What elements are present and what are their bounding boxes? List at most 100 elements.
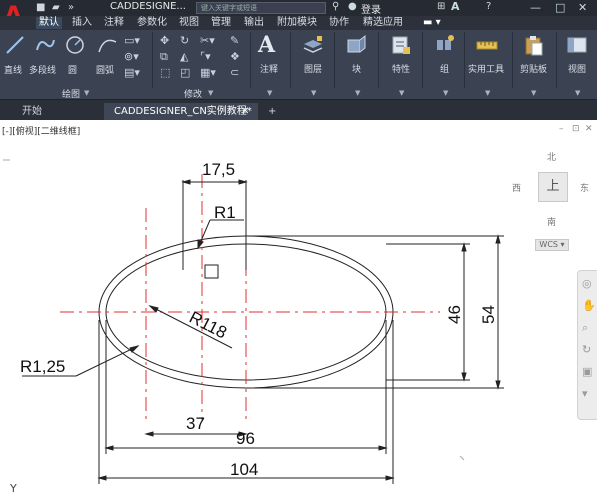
offset-icon[interactable]: ⊂ <box>230 66 239 79</box>
dim-54-text[interactable]: 54 <box>479 305 498 324</box>
trim-icon[interactable]: ✂▾ <box>200 34 215 47</box>
stretch-icon[interactable]: ⬚ <box>160 66 170 79</box>
annotation-expand-icon[interactable]: ▼ <box>267 89 272 97</box>
user-icon[interactable]: ● <box>348 1 357 12</box>
block-tool-label[interactable]: 块 <box>352 62 361 75</box>
dim-r1-25-text[interactable]: R1,25 <box>20 357 65 376</box>
dim-96-text[interactable]: 96 <box>236 429 255 448</box>
viewcube-top-face[interactable]: 上 <box>538 172 568 202</box>
tab-document[interactable]: CADDESIGNER_CN实例教程* ✕ <box>104 103 258 120</box>
tab-annotate[interactable]: 注释 <box>101 17 127 29</box>
cad-drawing[interactable]: 17,5 R1 R118 R1,25 46 54 37 96 104 <box>0 120 597 496</box>
polyline-icon[interactable] <box>34 34 56 56</box>
tab-view[interactable]: 视图 <box>176 17 202 29</box>
utilities-icon[interactable] <box>476 34 498 56</box>
tab-default[interactable]: 默认 <box>36 17 62 29</box>
annotation-icon[interactable]: A <box>258 32 282 58</box>
draw-expand-icon[interactable]: ▼ <box>84 89 89 97</box>
quick-access-more-icon[interactable]: » <box>68 2 74 13</box>
layers-expand-icon[interactable]: ▼ <box>311 89 316 97</box>
mirror-icon[interactable]: ◭ <box>180 50 188 63</box>
erase-icon[interactable]: ✎ <box>230 34 239 47</box>
help-icon[interactable]: ? <box>486 1 491 12</box>
drawing-canvas[interactable]: [-][俯视][二维线框] – ⊡ ✕ 17,5 R1 R118 R1,25 4… <box>0 120 597 496</box>
autodesk-a360-icon[interactable]: A <box>451 0 460 13</box>
tab-featured-apps[interactable]: 精选应用 <box>360 17 406 29</box>
group-icon[interactable] <box>434 34 456 56</box>
layers-icon[interactable] <box>302 34 324 56</box>
modify-expand-icon[interactable]: ▼ <box>208 89 213 97</box>
view-expand-icon[interactable]: ▼ <box>575 89 580 97</box>
maximize-button[interactable]: □ <box>555 1 565 14</box>
arc-tool-label[interactable]: 圆弧 <box>96 63 114 76</box>
minimize-button[interactable]: — <box>530 1 541 14</box>
utilities-expand-icon[interactable]: ▼ <box>485 89 490 97</box>
circle-icon[interactable] <box>64 34 86 56</box>
viewcube-west[interactable]: 西 <box>512 181 521 194</box>
dim-104-text[interactable]: 104 <box>230 460 258 479</box>
search-icon[interactable]: ⚲ <box>332 1 339 12</box>
rectangle-icon[interactable]: ▭▾ <box>124 34 140 47</box>
polyline-tool-label[interactable]: 多段线 <box>29 63 56 76</box>
pan-icon[interactable]: ✋ <box>582 299 596 312</box>
dim-r1-text[interactable]: R1 <box>214 203 236 222</box>
cart-icon[interactable]: ⊞ <box>437 1 445 12</box>
clipboard-icon[interactable] <box>522 34 544 56</box>
gradient-icon[interactable]: ▤▾ <box>124 66 140 79</box>
search-input[interactable]: 键入关键字或短语 <box>196 2 326 14</box>
explode-icon[interactable]: ❖ <box>230 50 240 63</box>
tab-output[interactable]: 输出 <box>241 17 267 29</box>
view-icon[interactable] <box>566 34 588 56</box>
copy-icon[interactable]: ⧉ <box>160 50 168 64</box>
arc-icon[interactable] <box>96 34 118 56</box>
save-icon[interactable]: ▰ <box>52 2 60 13</box>
ribbon-toggle-icon[interactable]: ▬ ▾ <box>420 17 444 29</box>
tab-insert[interactable]: 插入 <box>69 17 95 29</box>
tab-collaborate[interactable]: 协作 <box>326 17 352 29</box>
utilities-tool-label[interactable]: 实用工具 <box>468 62 504 75</box>
wcs-dropdown[interactable]: WCS ▾ <box>535 239 569 251</box>
dim-17-5-text[interactable]: 17,5 <box>202 160 235 179</box>
close-tab-icon[interactable]: ✕ <box>241 103 249 120</box>
viewcube-north[interactable]: 北 <box>547 150 556 163</box>
draw-group-label[interactable]: 绘图 <box>62 87 80 100</box>
tab-parametric[interactable]: 参数化 <box>134 17 170 29</box>
properties-icon[interactable] <box>390 34 412 56</box>
group-expand-icon[interactable]: ▼ <box>443 89 448 97</box>
line-tool-label[interactable]: 直线 <box>4 63 22 76</box>
hatch-icon[interactable]: ⊚▾ <box>124 50 139 63</box>
tab-addins[interactable]: 附加模块 <box>274 17 320 29</box>
layers-tool-label[interactable]: 图层 <box>304 62 322 75</box>
showmotion-icon[interactable]: ▣ <box>582 365 592 378</box>
move-icon[interactable]: ✥ <box>160 34 169 47</box>
dim-46-text[interactable]: 46 <box>445 305 464 324</box>
open-file-icon[interactable]: ■ <box>36 2 45 13</box>
close-window-button[interactable]: ✕ <box>578 1 587 14</box>
annotation-tool-label[interactable]: 注释 <box>260 62 278 75</box>
rotate-icon[interactable]: ↻ <box>180 34 189 47</box>
view-tool-label[interactable]: 视图 <box>568 62 586 75</box>
login-link[interactable]: 登录 <box>361 1 381 16</box>
new-tab-button[interactable]: + <box>264 103 284 120</box>
nav-settings-icon[interactable]: ▾ <box>582 387 588 400</box>
tab-manage[interactable]: 管理 <box>208 17 234 29</box>
viewcube-south[interactable]: 南 <box>547 215 556 228</box>
scale-icon[interactable]: ◰ <box>180 66 190 79</box>
array-icon[interactable]: ▦▾ <box>200 66 216 79</box>
line-icon[interactable] <box>4 34 26 56</box>
modify-group-label[interactable]: 修改 <box>184 87 202 100</box>
fillet-icon[interactable]: ⌜▾ <box>200 50 211 63</box>
properties-expand-icon[interactable]: ▼ <box>399 89 404 97</box>
steering-wheel-icon[interactable]: ◎ <box>582 277 592 290</box>
dim-37-text[interactable]: 37 <box>186 414 205 433</box>
block-expand-icon[interactable]: ▼ <box>355 89 360 97</box>
clipboard-expand-icon[interactable]: ▼ <box>531 89 536 97</box>
clipboard-tool-label[interactable]: 剪贴板 <box>520 62 547 75</box>
tab-start[interactable]: 开始 <box>0 103 104 120</box>
zoom-icon[interactable]: ⌕ <box>582 321 588 335</box>
circle-tool-label[interactable]: 圆 <box>68 63 77 76</box>
orbit-icon[interactable]: ↻ <box>582 343 591 356</box>
viewcube-east[interactable]: 东 <box>580 181 589 194</box>
group-tool-label[interactable]: 组 <box>440 62 449 75</box>
dim-r118-text[interactable]: R118 <box>186 308 230 343</box>
